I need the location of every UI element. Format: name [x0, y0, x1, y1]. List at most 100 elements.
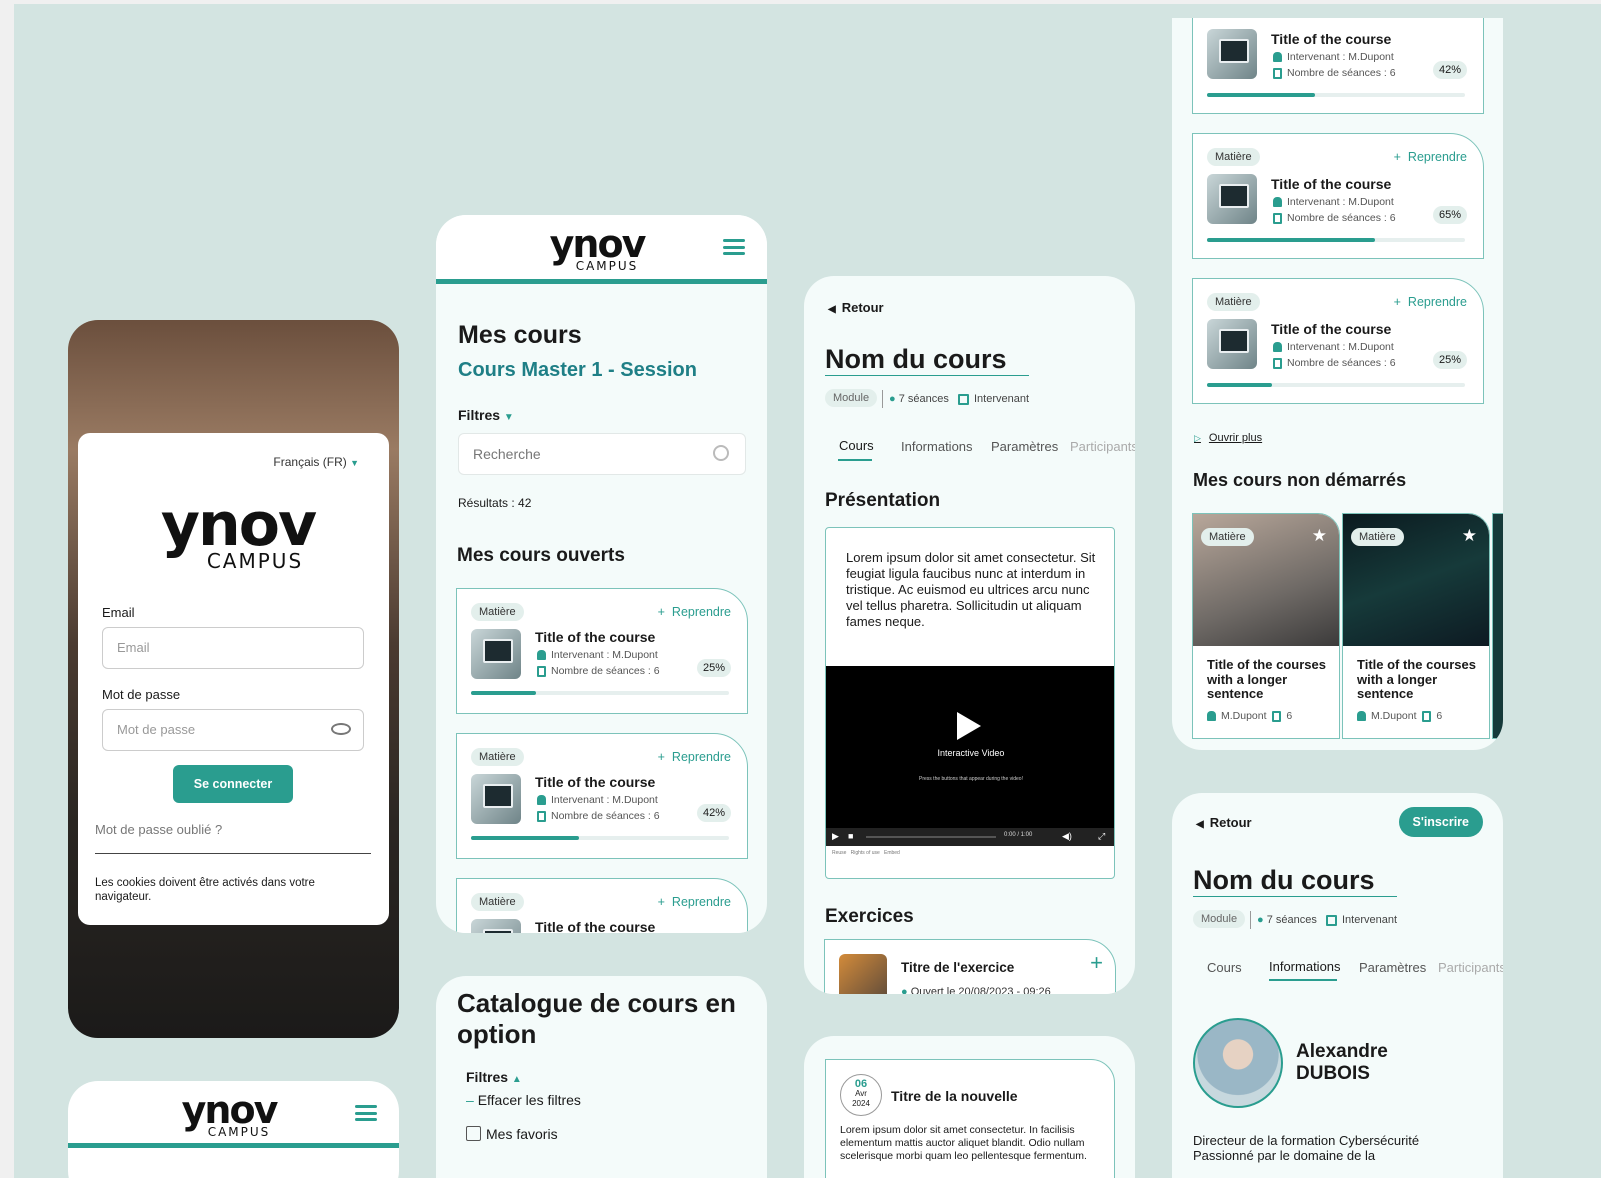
person-last-name: DUBOIS [1296, 1063, 1370, 1084]
progress-fill [1207, 238, 1375, 242]
teacher-badge: Intervenant [958, 393, 1029, 405]
person-icon [537, 795, 546, 806]
exercise-status-text: Ouvert le 20/08/2023 - 09:26 [910, 986, 1051, 994]
resume-button[interactable]: + Reprendre [1394, 150, 1467, 164]
password-field[interactable]: Mot de passe [102, 709, 364, 751]
resume-button[interactable]: + Reprendre [1394, 295, 1467, 309]
resume-button[interactable]: + Reprendre [658, 605, 731, 619]
progress-badge: 25% [1432, 351, 1467, 369]
tab-informations[interactable]: Informations [1269, 959, 1341, 974]
exercise-thumbnail [839, 954, 887, 994]
embed-link[interactable]: Embed [884, 850, 900, 856]
menu-icon[interactable] [355, 1105, 377, 1121]
video-player[interactable]: Interactive Video Press the buttons that… [826, 666, 1114, 846]
checkbox-box[interactable] [466, 1126, 481, 1141]
minus-icon: – [466, 1092, 474, 1108]
sessions-text: Nombre de séances : 6 [551, 810, 660, 822]
reuse-link[interactable]: Reuse [832, 850, 846, 856]
favorites-checkbox[interactable]: Mes favoris [466, 1126, 558, 1142]
caret-down-icon: ▼ [503, 412, 514, 423]
avatar [1193, 1018, 1283, 1108]
video-time: 0:00 / 1:00 [1004, 832, 1033, 838]
register-button[interactable]: S'inscrire [1398, 807, 1483, 837]
back-label: Retour [841, 300, 884, 315]
tab-cours[interactable]: Cours [839, 438, 874, 453]
separator [882, 390, 883, 408]
news-screen: 06 Avr 2024 Titre de la nouvelle Lorem i… [804, 1036, 1135, 1178]
login-screen: Français (FR) ▼ ynov CAMPUS Email Email … [68, 320, 399, 1038]
status-icon: ● [901, 986, 908, 994]
course-teacher: Intervenant : M.Dupont [537, 794, 658, 806]
play-control-icon[interactable]: ▶ [832, 831, 839, 842]
teacher-label: Intervenant [974, 393, 1030, 405]
fullscreen-icon[interactable]: ⤢ [1098, 831, 1105, 842]
person-icon [1273, 342, 1282, 353]
cookies-note: Les cookies doivent être activés dans vo… [95, 877, 315, 903]
search-input[interactable]: Recherche [458, 433, 746, 475]
tab-participants[interactable]: Participants [1070, 439, 1135, 454]
course-card[interactable]: Title of the course Intervenant : M.Dupo… [1192, 18, 1484, 114]
back-label: Retour [1209, 815, 1252, 830]
back-button[interactable]: ◀ Retour [828, 300, 884, 315]
sessions-count: ● 7 séances [889, 393, 949, 405]
tab-informations[interactable]: Informations [901, 439, 973, 454]
video-timeline[interactable] [866, 836, 996, 838]
add-icon[interactable]: + [1090, 950, 1103, 976]
document-icon [1273, 212, 1282, 224]
presentation-title: Présentation [825, 490, 941, 511]
course-card[interactable]: Matière + Reprendre Title of the course [456, 878, 748, 933]
course-title: Title of the course [1271, 321, 1392, 337]
sessions-text: Nombre de séances : 6 [1287, 67, 1396, 79]
teacher-text: Intervenant : M.Dupont [1287, 196, 1394, 208]
tile-teacher: M.Dupont [1371, 710, 1417, 722]
tab-parametres[interactable]: Paramètres [991, 439, 1058, 454]
progress-badge: 42% [1432, 61, 1467, 79]
login-button[interactable]: Se connecter [173, 765, 293, 803]
rights-link[interactable]: Rights of use [851, 850, 880, 856]
course-tile-partial[interactable] [1492, 513, 1503, 739]
news-year: 2024 [852, 1099, 870, 1108]
course-card[interactable]: Matière + Reprendre Title of the course … [456, 733, 748, 859]
tab-parametres[interactable]: Paramètres [1359, 960, 1426, 975]
volume-icon[interactable]: ◀) [1062, 831, 1072, 842]
forgot-password-link[interactable]: Mot de passe oublié ? [95, 822, 222, 837]
course-tile[interactable]: Matière ★ Title of the courses with a lo… [1342, 513, 1490, 739]
course-card[interactable]: Matière + Reprendre Title of the course … [1192, 278, 1484, 404]
tab-cours[interactable]: Cours [1207, 960, 1242, 975]
menu-icon[interactable] [723, 239, 745, 255]
person-icon [537, 650, 546, 661]
document-icon [537, 665, 546, 677]
filters-toggle[interactable]: Filtres ▼ [458, 407, 514, 423]
teacher-badge: Intervenant [1326, 914, 1397, 926]
password-label: Mot de passe [102, 687, 181, 702]
person-icon [1273, 52, 1282, 63]
email-field[interactable]: Email [102, 627, 364, 669]
logo: ynov CAMPUS [542, 225, 652, 273]
bookmark-icon[interactable]: ■ [848, 831, 853, 841]
course-card[interactable]: Matière + Reprendre Title of the course … [456, 588, 748, 714]
course-card[interactable]: Matière + Reprendre Title of the course … [1192, 133, 1484, 259]
play-icon[interactable] [957, 712, 981, 740]
language-selector[interactable]: Français (FR) ▼ [273, 455, 359, 469]
progress-fill [1207, 93, 1316, 97]
course-tile[interactable]: Matière ★ Title of the courses with a lo… [1192, 513, 1340, 739]
page-title: Catalogue de cours en option [457, 988, 736, 1049]
logo-word: ynov [160, 490, 317, 560]
star-icon[interactable]: ★ [1312, 526, 1327, 546]
back-button[interactable]: ◀ Retour [1196, 815, 1252, 830]
search-icon[interactable] [713, 445, 729, 461]
open-more-link[interactable]: ▷ Ouvrir plus [1194, 432, 1262, 444]
resume-label: Reprendre [671, 750, 731, 764]
resume-label: Reprendre [1407, 150, 1467, 164]
tab-participants[interactable]: Participants [1438, 960, 1503, 975]
news-card[interactable]: 06 Avr 2024 Titre de la nouvelle Lorem i… [825, 1059, 1115, 1178]
clear-filters-link[interactable]: – Effacer les filtres [466, 1092, 581, 1108]
title-underline [825, 375, 1029, 376]
star-icon[interactable]: ★ [1462, 526, 1477, 546]
resume-button[interactable]: + Reprendre [658, 750, 731, 764]
resume-button[interactable]: + Reprendre [658, 895, 731, 909]
eye-icon[interactable] [331, 723, 351, 735]
exercise-card[interactable]: Titre de l'exercice + ● Ouvert le 20/08/… [824, 939, 1116, 994]
news-date: 06 Avr 2024 [840, 1074, 882, 1116]
filters-toggle[interactable]: Filtres ▲ [466, 1069, 522, 1085]
